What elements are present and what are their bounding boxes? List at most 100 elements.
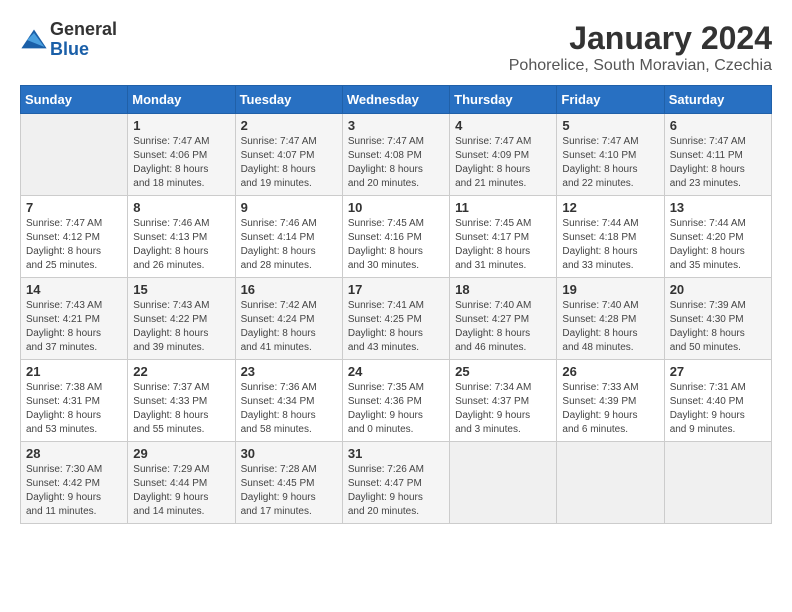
day-number: 20 [670,282,766,297]
day-number: 25 [455,364,551,379]
day-info: Sunrise: 7:42 AM Sunset: 4:24 PM Dayligh… [241,299,337,355]
day-info: Sunrise: 7:30 AM Sunset: 4:42 PM Dayligh… [26,463,122,519]
calendar-cell: 15Sunrise: 7:43 AM Sunset: 4:22 PM Dayli… [128,278,235,360]
day-info: Sunrise: 7:45 AM Sunset: 4:17 PM Dayligh… [455,217,551,273]
week-row-5: 28 Sunrise: 7:30 AM Sunset: 4:42 PM Dayli… [21,442,772,524]
weekday-header-row: SundayMondayTuesdayWednesdayThursdayFrid… [21,86,772,114]
calendar-cell [450,442,557,524]
day-info: Sunrise: 7:36 AM Sunset: 4:34 PM Dayligh… [241,381,337,437]
day-info: Sunrise: 7:38 AM Sunset: 4:31 PM Dayligh… [26,381,122,437]
day-number: 29 [133,446,229,461]
calendar-cell: 31 Sunrise: 7:26 AM Sunset: 4:47 PM Dayli… [342,442,449,524]
calendar-cell: 19Sunrise: 7:40 AM Sunset: 4:28 PM Dayli… [557,278,664,360]
week-row-4: 21Sunrise: 7:38 AM Sunset: 4:31 PM Dayli… [21,360,772,442]
week-row-1: 1 Sunrise: 7:47 AM Sunset: 4:06 PM Daylig… [21,114,772,196]
day-number: 24 [348,364,444,379]
day-info: Sunrise: 7:37 AM Sunset: 4:33 PM Dayligh… [133,381,229,437]
day-info: Sunrise: 7:47 AM Sunset: 4:08 PM Dayligh… [348,135,444,191]
day-number: 22 [133,364,229,379]
title-area: January 2024 Pohorelice, South Moravian,… [509,20,772,75]
day-info: Sunrise: 7:33 AM Sunset: 4:39 PM Dayligh… [562,381,658,437]
day-number: 11 [455,200,551,215]
day-number: 3 [348,118,444,133]
day-info: Sunrise: 7:43 AM Sunset: 4:21 PM Dayligh… [26,299,122,355]
day-info: Sunrise: 7:44 AM Sunset: 4:18 PM Dayligh… [562,217,658,273]
calendar-cell: 3 Sunrise: 7:47 AM Sunset: 4:08 PM Daylig… [342,114,449,196]
day-info: Sunrise: 7:41 AM Sunset: 4:25 PM Dayligh… [348,299,444,355]
day-info: Sunrise: 7:35 AM Sunset: 4:36 PM Dayligh… [348,381,444,437]
day-info: Sunrise: 7:47 AM Sunset: 4:11 PM Dayligh… [670,135,766,191]
day-info: Sunrise: 7:26 AM Sunset: 4:47 PM Dayligh… [348,463,444,519]
weekday-header-monday: Monday [128,86,235,114]
calendar-cell: 29 Sunrise: 7:29 AM Sunset: 4:44 PM Dayli… [128,442,235,524]
day-info: Sunrise: 7:31 AM Sunset: 4:40 PM Dayligh… [670,381,766,437]
day-number: 14 [26,282,122,297]
calendar-cell: 5 Sunrise: 7:47 AM Sunset: 4:10 PM Daylig… [557,114,664,196]
calendar-title: January 2024 [509,20,772,57]
calendar-cell: 25Sunrise: 7:34 AM Sunset: 4:37 PM Dayli… [450,360,557,442]
week-row-2: 7 Sunrise: 7:47 AM Sunset: 4:12 PM Daylig… [21,196,772,278]
week-row-3: 14 Sunrise: 7:43 AM Sunset: 4:21 PM Dayli… [21,278,772,360]
day-info: Sunrise: 7:47 AM Sunset: 4:07 PM Dayligh… [241,135,337,191]
day-number: 7 [26,200,122,215]
day-number: 28 [26,446,122,461]
calendar-cell: 1 Sunrise: 7:47 AM Sunset: 4:06 PM Daylig… [128,114,235,196]
day-number: 2 [241,118,337,133]
calendar-cell [21,114,128,196]
day-info: Sunrise: 7:44 AM Sunset: 4:20 PM Dayligh… [670,217,766,273]
day-number: 23 [241,364,337,379]
calendar-cell: 10 Sunrise: 7:45 AM Sunset: 4:16 PM Dayli… [342,196,449,278]
day-info: Sunrise: 7:47 AM Sunset: 4:10 PM Dayligh… [562,135,658,191]
day-number: 12 [562,200,658,215]
calendar-cell: 6Sunrise: 7:47 AM Sunset: 4:11 PM Daylig… [664,114,771,196]
calendar-subtitle: Pohorelice, South Moravian, Czechia [509,57,772,75]
calendar-table: SundayMondayTuesdayWednesdayThursdayFrid… [20,85,772,524]
calendar-cell: 21Sunrise: 7:38 AM Sunset: 4:31 PM Dayli… [21,360,128,442]
calendar-cell: 9Sunrise: 7:46 AM Sunset: 4:14 PM Daylig… [235,196,342,278]
day-number: 31 [348,446,444,461]
weekday-header-thursday: Thursday [450,86,557,114]
day-info: Sunrise: 7:45 AM Sunset: 4:16 PM Dayligh… [348,217,444,273]
day-number: 8 [133,200,229,215]
calendar-cell: 20Sunrise: 7:39 AM Sunset: 4:30 PM Dayli… [664,278,771,360]
weekday-header-friday: Friday [557,86,664,114]
calendar-cell: 12 Sunrise: 7:44 AM Sunset: 4:18 PM Dayli… [557,196,664,278]
day-number: 19 [562,282,658,297]
calendar-cell: 4 Sunrise: 7:47 AM Sunset: 4:09 PM Daylig… [450,114,557,196]
day-info: Sunrise: 7:47 AM Sunset: 4:06 PM Dayligh… [133,135,229,191]
calendar-cell: 2 Sunrise: 7:47 AM Sunset: 4:07 PM Daylig… [235,114,342,196]
calendar-cell: 7 Sunrise: 7:47 AM Sunset: 4:12 PM Daylig… [21,196,128,278]
day-info: Sunrise: 7:29 AM Sunset: 4:44 PM Dayligh… [133,463,229,519]
day-number: 1 [133,118,229,133]
weekday-header-saturday: Saturday [664,86,771,114]
day-info: Sunrise: 7:47 AM Sunset: 4:09 PM Dayligh… [455,135,551,191]
day-number: 10 [348,200,444,215]
calendar-cell: 27Sunrise: 7:31 AM Sunset: 4:40 PM Dayli… [664,360,771,442]
calendar-cell: 23 Sunrise: 7:36 AM Sunset: 4:34 PM Dayli… [235,360,342,442]
day-number: 18 [455,282,551,297]
day-number: 5 [562,118,658,133]
calendar-cell: 11 Sunrise: 7:45 AM Sunset: 4:17 PM Dayli… [450,196,557,278]
logo-text: General Blue [50,20,117,60]
day-number: 9 [241,200,337,215]
day-info: Sunrise: 7:47 AM Sunset: 4:12 PM Dayligh… [26,217,122,273]
logo: General Blue [20,20,117,60]
calendar-cell [664,442,771,524]
calendar-cell: 13Sunrise: 7:44 AM Sunset: 4:20 PM Dayli… [664,196,771,278]
calendar-cell: 17Sunrise: 7:41 AM Sunset: 4:25 PM Dayli… [342,278,449,360]
day-number: 26 [562,364,658,379]
calendar-cell: 28 Sunrise: 7:30 AM Sunset: 4:42 PM Dayli… [21,442,128,524]
day-info: Sunrise: 7:46 AM Sunset: 4:13 PM Dayligh… [133,217,229,273]
calendar-cell: 26 Sunrise: 7:33 AM Sunset: 4:39 PM Dayli… [557,360,664,442]
calendar-header: General Blue January 2024 Pohorelice, So… [20,20,772,75]
day-number: 15 [133,282,229,297]
calendar-cell: 24 Sunrise: 7:35 AM Sunset: 4:36 PM Dayli… [342,360,449,442]
day-number: 4 [455,118,551,133]
calendar-cell [557,442,664,524]
weekday-header-tuesday: Tuesday [235,86,342,114]
weekday-header-wednesday: Wednesday [342,86,449,114]
weekday-header-sunday: Sunday [21,86,128,114]
day-number: 30 [241,446,337,461]
day-info: Sunrise: 7:40 AM Sunset: 4:27 PM Dayligh… [455,299,551,355]
calendar-cell: 22 Sunrise: 7:37 AM Sunset: 4:33 PM Dayli… [128,360,235,442]
